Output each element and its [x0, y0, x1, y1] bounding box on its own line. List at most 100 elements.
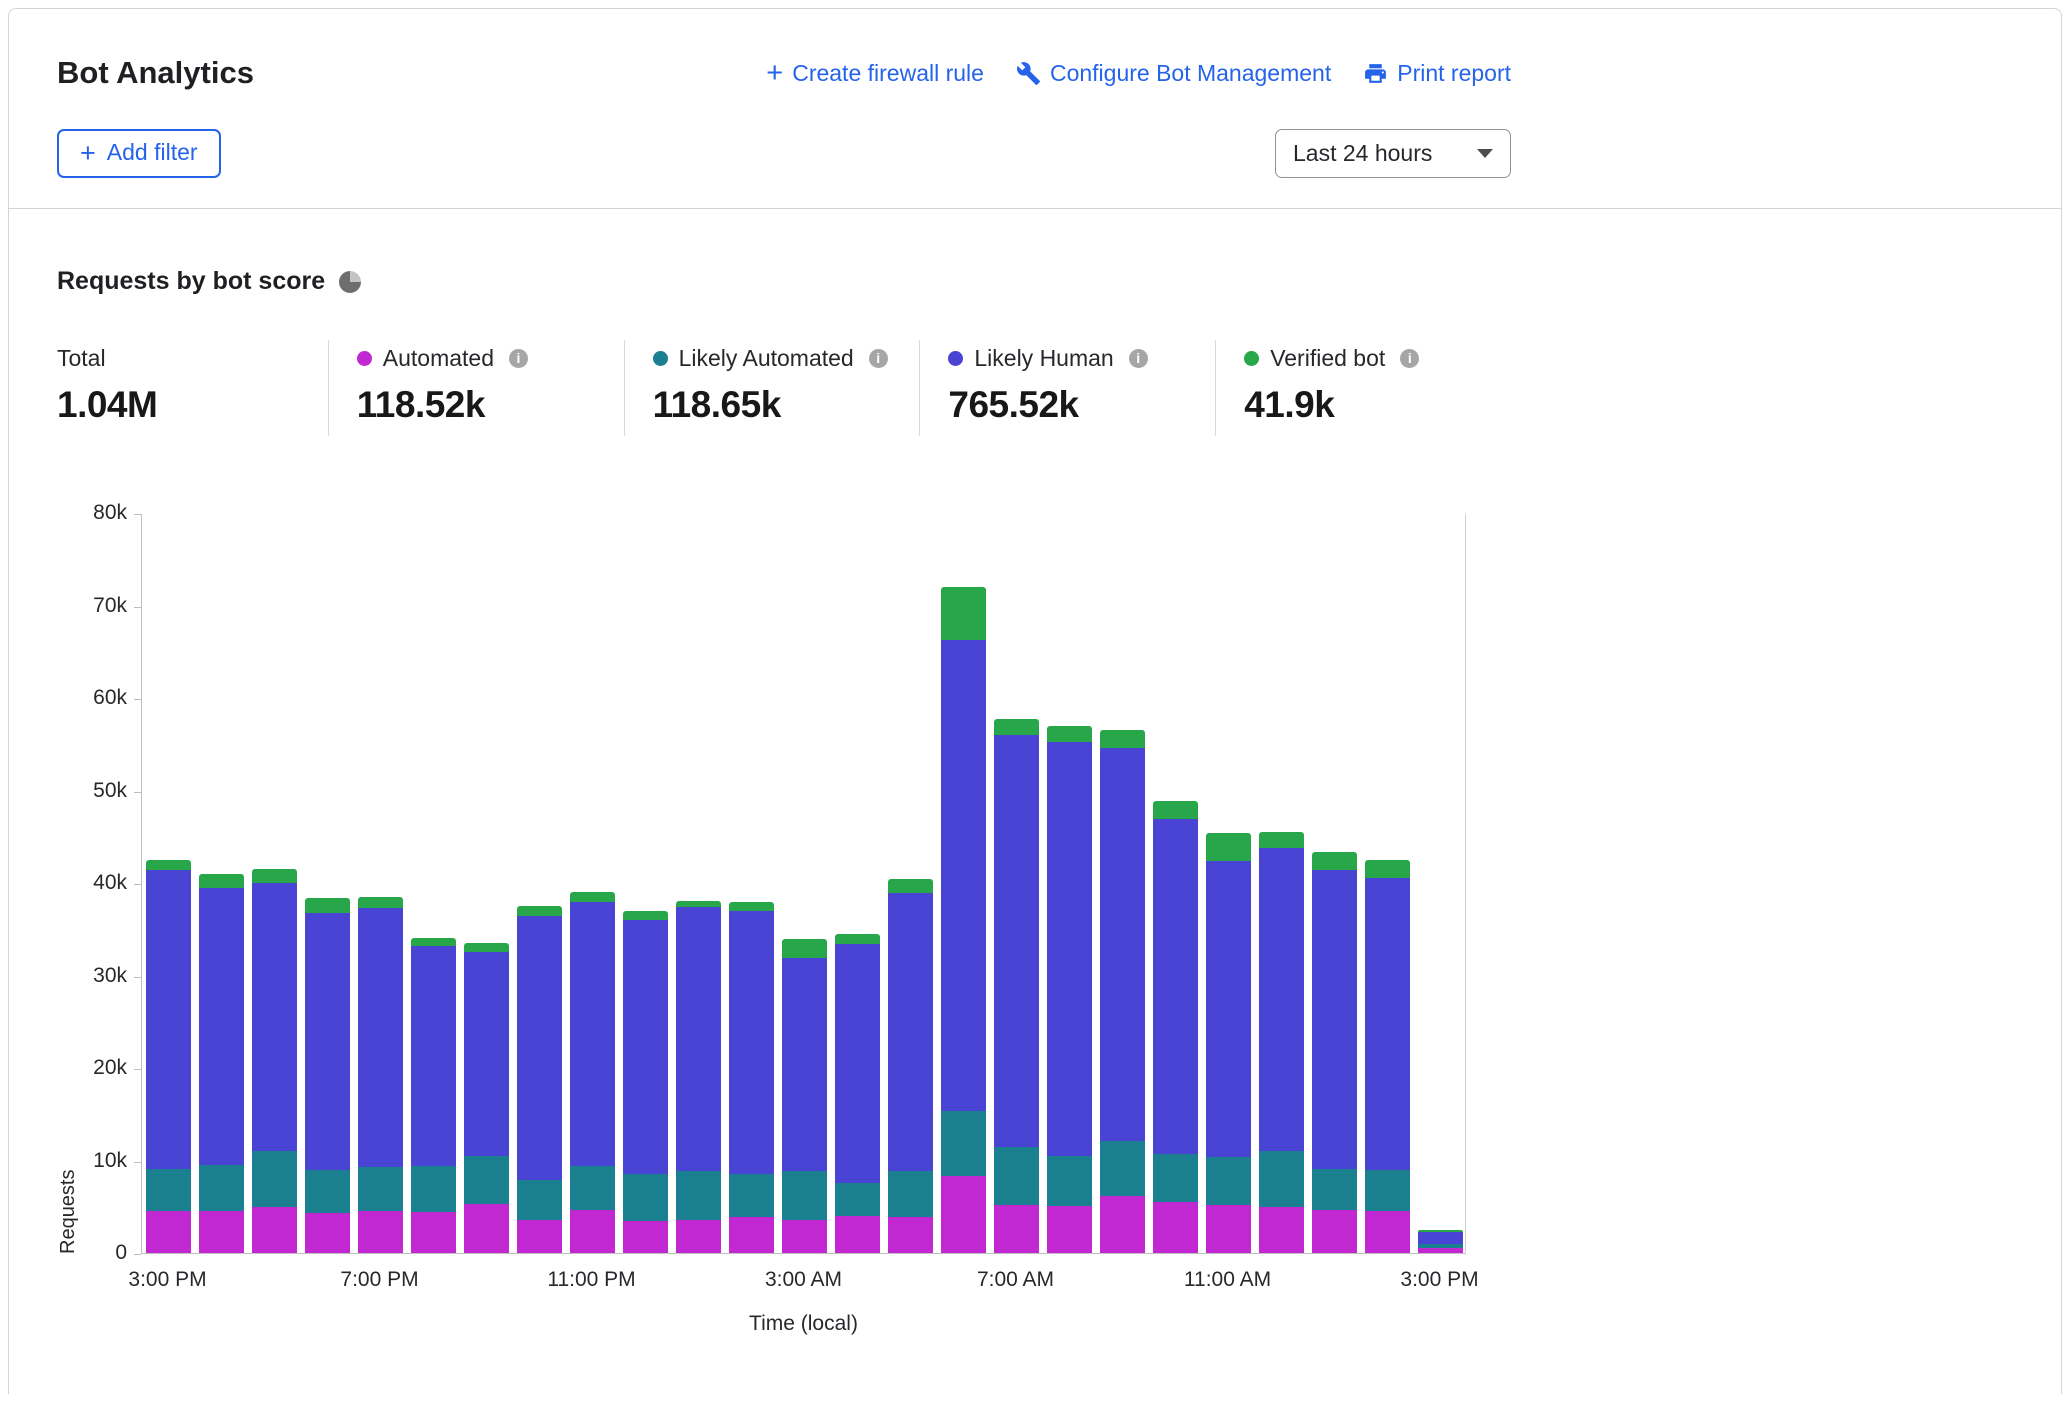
- bar-segment-verified-bot: [146, 860, 191, 870]
- bar-segment-automated: [1365, 1211, 1410, 1253]
- bar-segment-likely-human: [1100, 748, 1145, 1141]
- create-firewall-rule-label: Create firewall rule: [792, 60, 984, 87]
- plus-icon: [766, 62, 783, 84]
- bar-segment-verified-bot: [199, 874, 244, 888]
- pie-chart-icon: [339, 271, 361, 293]
- stat-total: Total 1.04M: [57, 340, 328, 436]
- verified-bot-legend-dot: [1244, 351, 1259, 366]
- bar-16-7-00-am[interactable]: [994, 719, 1039, 1253]
- add-filter-label: Add filter: [107, 139, 198, 166]
- stat-likely-human-label: Likely Human: [974, 345, 1113, 372]
- bar-segment-automated: [252, 1207, 297, 1253]
- bar-6-9-00-pm[interactable]: [464, 943, 509, 1253]
- bar-segment-automated: [358, 1211, 403, 1253]
- info-icon[interactable]: [869, 349, 888, 368]
- bar-segment-verified-bot: [782, 939, 827, 958]
- bar-14-5-00-am[interactable]: [888, 879, 933, 1253]
- bar-4-7-00-pm[interactable]: [358, 897, 403, 1253]
- stat-likely-human: Likely Human 765.52k: [919, 340, 1215, 436]
- x-axis-tick-label: 7:00 PM: [310, 1268, 450, 1292]
- bar-17-8-00-am[interactable]: [1047, 726, 1092, 1253]
- bar-10-1-00-am[interactable]: [676, 901, 721, 1253]
- bar-8-11-00-pm[interactable]: [570, 892, 615, 1253]
- time-range-select[interactable]: Last 24 hours: [1275, 129, 1511, 178]
- bar-5-8-00-pm[interactable]: [411, 938, 456, 1253]
- bar-20-11-00-am[interactable]: [1206, 833, 1251, 1253]
- bar-segment-likely-automated: [252, 1151, 297, 1207]
- bar-segment-verified-bot: [623, 911, 668, 920]
- bar-segment-likely-automated: [1259, 1151, 1304, 1207]
- info-icon[interactable]: [509, 349, 528, 368]
- bar-0-3-00-pm[interactable]: [146, 860, 191, 1253]
- bar-segment-likely-human: [1047, 742, 1092, 1156]
- bar-segment-verified-bot: [517, 906, 562, 916]
- bar-segment-automated: [729, 1217, 774, 1253]
- y-axis-tick-label: 70k: [57, 594, 127, 618]
- bar-segment-verified-bot: [305, 898, 350, 913]
- y-axis-tick-label: 80k: [57, 501, 127, 525]
- add-filter-button[interactable]: Add filter: [57, 129, 221, 178]
- bar-segment-verified-bot: [464, 943, 509, 952]
- bar-7-10-00-pm[interactable]: [517, 906, 562, 1253]
- bar-segment-automated: [464, 1204, 509, 1253]
- bar-22-1-00-pm[interactable]: [1312, 852, 1357, 1253]
- stat-likely-automated-label: Likely Automated: [679, 345, 854, 372]
- bar-segment-automated: [941, 1176, 986, 1253]
- bar-segment-likely-human: [517, 916, 562, 1180]
- bar-15-6-00-am[interactable]: [941, 587, 986, 1253]
- bar-segment-likely-automated: [305, 1170, 350, 1213]
- bar-segment-likely-human: [941, 640, 986, 1112]
- stat-likely-human-value: 765.52k: [948, 384, 1215, 426]
- configure-bot-management-link[interactable]: Configure Bot Management: [1016, 60, 1331, 87]
- bar-1-4-00-pm[interactable]: [199, 874, 244, 1253]
- bar-24-3-00-pm[interactable]: [1418, 1230, 1463, 1253]
- bar-segment-likely-automated: [676, 1171, 721, 1220]
- bar-segment-verified-bot: [1259, 832, 1304, 848]
- bar-11-2-00-am[interactable]: [729, 902, 774, 1253]
- section-head: Requests by bot score: [57, 267, 1511, 296]
- bar-segment-likely-human: [411, 946, 456, 1166]
- bar-13-4-00-am[interactable]: [835, 934, 880, 1253]
- bar-segment-verified-bot: [941, 587, 986, 640]
- bar-21-12-00-pm[interactable]: [1259, 832, 1304, 1253]
- stat-automated-label: Automated: [383, 345, 494, 372]
- bar-segment-verified-bot: [835, 934, 880, 944]
- bar-segment-likely-automated: [941, 1111, 986, 1176]
- bar-segment-likely-automated: [1100, 1141, 1145, 1196]
- bar-segment-verified-bot: [729, 902, 774, 911]
- bar-2-5-00-pm[interactable]: [252, 869, 297, 1253]
- bar-segment-automated: [888, 1217, 933, 1253]
- y-axis-tick-label: 60k: [57, 686, 127, 710]
- bar-9-12-00-am[interactable]: [623, 911, 668, 1253]
- info-icon[interactable]: [1129, 349, 1148, 368]
- stat-likely-automated-value: 118.65k: [653, 384, 920, 426]
- x-axis-tick-label: 3:00 PM: [1370, 1268, 1510, 1292]
- stat-automated-value: 118.52k: [357, 384, 624, 426]
- y-axis-tick-mark: [134, 792, 141, 793]
- x-axis-title: Time (local): [141, 1312, 1466, 1336]
- bar-segment-likely-human: [994, 735, 1039, 1147]
- likely-human-legend-dot: [948, 351, 963, 366]
- bar-segment-verified-bot: [888, 879, 933, 893]
- likely-automated-legend-dot: [653, 351, 668, 366]
- bar-12-3-00-am[interactable]: [782, 939, 827, 1253]
- y-axis-tick-mark: [134, 514, 141, 515]
- bar-23-2-00-pm[interactable]: [1365, 860, 1410, 1253]
- bar-segment-automated: [411, 1212, 456, 1253]
- bar-segment-likely-human: [570, 902, 615, 1166]
- bar-segment-likely-automated: [1365, 1170, 1410, 1212]
- bar-3-6-00-pm[interactable]: [305, 898, 350, 1253]
- info-icon[interactable]: [1400, 349, 1419, 368]
- y-axis-tick-mark: [134, 1069, 141, 1070]
- bar-segment-verified-bot: [1312, 852, 1357, 871]
- bar-18-9-00-am[interactable]: [1100, 730, 1145, 1253]
- create-firewall-rule-link[interactable]: Create firewall rule: [766, 60, 984, 87]
- time-range-value: Last 24 hours: [1293, 140, 1432, 167]
- print-report-link[interactable]: Print report: [1363, 60, 1511, 87]
- stat-total-label: Total: [57, 345, 106, 372]
- print-report-label: Print report: [1397, 60, 1511, 87]
- bar-segment-likely-human: [835, 944, 880, 1183]
- x-axis-tick-label: 3:00 AM: [734, 1268, 874, 1292]
- stats-row: Total 1.04M Automated 118.52k Likely Aut…: [57, 340, 1511, 436]
- bar-19-10-00-am[interactable]: [1153, 801, 1198, 1253]
